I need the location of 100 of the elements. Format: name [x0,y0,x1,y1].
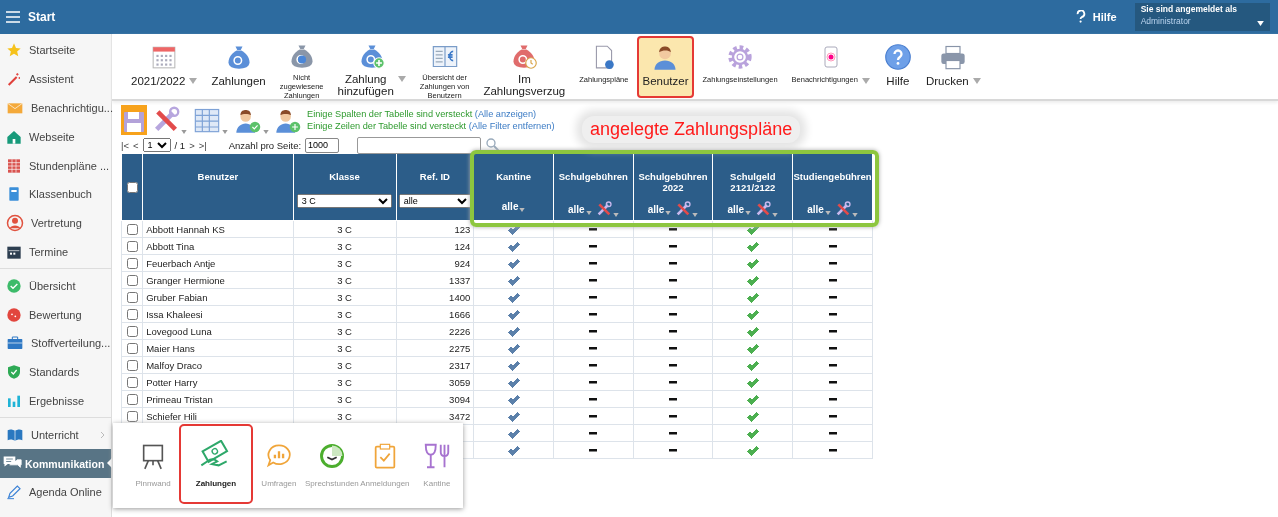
table-cell: 3059 [396,373,474,391]
column-header: Klasse 3 C [293,154,397,221]
filter-select[interactable]: 3 C [296,194,393,208]
submenu-item[interactable]: Zahlungen [179,424,253,504]
column-header: Schulgeld 2121/2122 alle [712,154,793,221]
pager-last-link[interactable]: >| [198,139,207,151]
caret-icon [263,130,269,134]
sidebar-item[interactable]: Ergebnisse [0,386,111,416]
column-tools-button[interactable] [754,201,779,217]
briefcase-icon [6,335,24,352]
caret-icon [851,213,858,217]
menu-icon[interactable] [6,11,20,23]
save-icon [122,110,146,134]
table-cell: Primeau Tristan [142,390,294,408]
sidebar-item[interactable]: Unterricht [0,420,111,450]
select-all-checkbox[interactable] [126,182,138,193]
filter-dropdown[interactable]: alle [647,203,672,215]
table-cell: 3 C [293,254,397,272]
filter-dropdown[interactable]: alle [501,201,526,212]
row-checkbox[interactable] [126,360,138,371]
column-tools-button[interactable] [674,201,699,217]
table-cell: Issa Khaleesi [142,305,294,323]
sidebar-item[interactable]: Standards [0,357,111,387]
sidebar-item[interactable]: Startseite [0,36,111,65]
table-cell: 924 [396,254,474,272]
sidebar-item[interactable]: Webseite [0,122,111,152]
row-checkbox[interactable] [126,343,138,354]
table-cell: Abbott Tina [142,237,294,255]
table-cell: Gruber Fabian [142,288,294,306]
search-field[interactable] [357,136,482,154]
filter-select[interactable]: alle [398,194,471,208]
filter-dropdown[interactable]: alle [727,203,752,215]
table-cell: 3 C [293,237,397,255]
star-icon [6,42,22,59]
pager-next-link[interactable]: > [189,139,195,151]
filter-dropdown[interactable]: alle [807,203,831,215]
toolbar-button[interactable]: Im Zahlungsverzug [478,36,571,98]
per-page-field[interactable]: 1000 [305,137,340,153]
help-link[interactable]: Hilfe [1075,10,1117,24]
sidebar-item[interactable]: Kommunikation [0,449,111,478]
table-cell: 3 C [293,322,397,340]
row-checkbox[interactable] [126,275,138,286]
sidebar-item[interactable]: Stoffverteilung... [0,328,111,358]
toolbar-button[interactable]: Hilfe [878,36,917,98]
account-menu[interactable]: Sie sind angemeldet als Administrator [1134,3,1270,31]
row-checkbox[interactable] [126,309,138,320]
row-checkbox[interactable] [126,377,138,388]
sidebar-item[interactable]: Übersicht [0,271,111,301]
caret-icon [585,210,592,215]
annotation-label: angelegte Zahlungspläne [582,116,801,143]
table-cell: 3 C [293,356,397,374]
help-icon [1075,10,1086,24]
sidebar-item[interactable]: Bewertung [0,300,111,329]
row-checkbox[interactable] [126,326,138,337]
toolbar-button[interactable]: Zahlungen [206,36,271,98]
sidebar-item[interactable]: Stundenpläne ... [0,151,111,180]
caret-icon [222,130,228,134]
column-header: Schulgebühren alle [553,154,634,221]
dot-circle-icon [6,306,22,323]
page-select[interactable]: 1 [142,138,171,152]
sidebar-item[interactable]: Assistent [0,64,111,94]
toolbar-button[interactable]: 2021/2022 [126,36,203,98]
row-checkbox[interactable] [126,411,138,422]
table-cell: 3 C [293,339,397,357]
caret-icon [972,78,981,84]
table-cell: Abbott Hannah KS [142,220,294,238]
search-icon[interactable] [485,137,502,153]
row-checkbox[interactable] [126,224,138,235]
row-checkbox[interactable] [126,241,138,252]
table-cell: 3 C [293,288,397,306]
toolbar-button[interactable]: Benutzer [637,36,694,98]
table-cell: 3 C [293,373,397,391]
grid-icon [6,157,22,174]
sidebar-item[interactable]: Benachrichtigu... [0,93,111,123]
check-circle-icon [6,277,22,294]
sidebar-item[interactable]: Agenda Online [0,477,111,507]
table-cell: 2317 [396,356,474,374]
table-cell: 1337 [396,271,474,289]
wand-icon [6,71,22,88]
caret-icon [181,130,187,134]
table-cell: Malfoy Draco [142,356,294,374]
row-checkbox[interactable] [126,394,138,405]
toolbar-button[interactable]: Drucken [920,36,986,98]
notice-link[interactable]: (Alle Filter entfernen) [468,121,555,131]
pen-icon [6,484,22,501]
notice-link[interactable]: (Alle anzeigen) [474,109,537,119]
table-cell: 124 [396,237,474,255]
pager-prev-link[interactable]: < [133,139,139,151]
toolbar-button[interactable]: Zahlung hinzufügen [332,36,411,98]
row-checkbox[interactable] [126,292,138,303]
filter-dropdown[interactable]: alle [568,203,592,215]
calendar-icon [151,44,178,70]
sidebar-item[interactable]: Klassenbuch [0,180,111,209]
column-header: Schulgebühren 2022 alle [633,154,713,221]
sidebar-item[interactable]: Termine [0,237,111,267]
row-checkbox[interactable] [126,258,138,269]
table-cell: 2226 [396,322,474,340]
sidebar-item[interactable]: Vertretung [0,208,111,238]
pager-first-link[interactable]: |< [121,139,129,151]
caret-icon [665,210,672,215]
